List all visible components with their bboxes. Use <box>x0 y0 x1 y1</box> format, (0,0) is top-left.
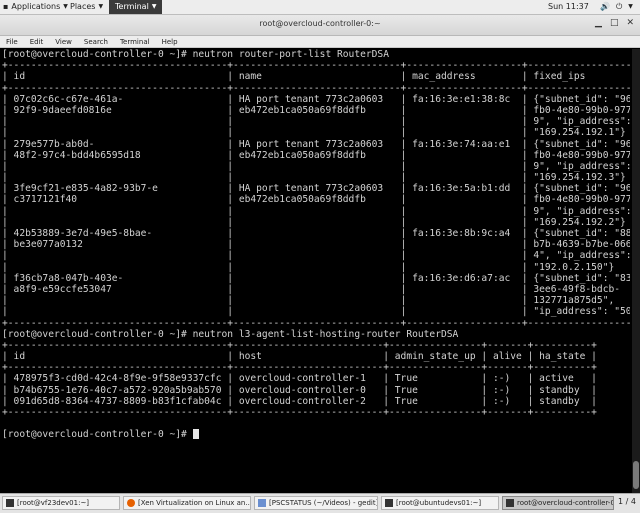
terminal-icon <box>385 499 393 507</box>
taskbar-item-label: [Xen Virtualization on Linux an... <box>138 499 251 507</box>
terminal-line: | 478975f3-cd0d-42c4-8f9e-9f58e9337cfc |… <box>2 373 597 385</box>
terminal-line: [root@overcloud-controller-0 ~]# neutron… <box>2 49 389 60</box>
taskbar-item-gedit[interactable]: [PSCSTATUS (~/Videos) - gedit] <box>254 496 378 510</box>
terminal-line: | b74b6755-1e76-40c7-a572-920a5b9ab570 |… <box>2 384 597 396</box>
taskbar-item-ubuntudevs01[interactable]: [root@ubuntudevs01:~] <box>381 496 499 510</box>
terminal-line: +--------------------------------------+… <box>2 362 597 374</box>
terminal-line: | 091d65d8-8364-4737-8809-b83f1cfab04c |… <box>2 395 597 407</box>
terminal-app-label: Terminal <box>115 2 149 11</box>
clock[interactable]: Sun 11:37 <box>548 1 589 13</box>
terminal-line: +--------------------------------------+… <box>2 339 597 351</box>
minimize-button[interactable]: ▁ <box>595 18 602 28</box>
terminal-line: | | | | "169.254.192.2"} | <box>2 216 630 228</box>
menu-file[interactable]: File <box>6 36 18 47</box>
terminal-line: | | | | "169.254.192.3"} | <box>2 172 630 184</box>
terminal-line: +--------------------------------------+… <box>2 407 597 418</box>
places-label: Places <box>70 2 96 11</box>
volume-icon: 🔊 <box>600 2 610 11</box>
chevron-down-icon: ▼ <box>151 3 157 10</box>
terminal-line: | c3717121f40 | eb472eb1ca050a69f8ddfb |… <box>2 194 630 206</box>
top-panel: ▪ Applications ▼ Places ▼ Terminal ▼ Sun… <box>0 0 640 15</box>
taskbar-item-overcloud-controller[interactable]: root@overcloud-controller-0:~ <box>502 496 614 510</box>
system-status-area[interactable]: 🔊 ⏻ ▼ <box>600 1 633 13</box>
taskbar-item-firefox[interactable]: [Xen Virtualization on Linux an... <box>123 496 251 510</box>
terminal-line: +--------------------------------------+… <box>2 60 630 72</box>
terminal-line: | | | | 9", "ip_address": | <box>2 205 630 217</box>
terminal-line: | a8f9-e59ccfe53047 | | | 3ee6-49f8-bdcb… <box>2 283 630 295</box>
places-menu[interactable]: Places ▼ <box>70 1 103 13</box>
applications-label: Applications <box>11 2 61 11</box>
terminal-line: | 42b53889-3e7d-49e5-8bae- | | fa:16:3e:… <box>2 228 630 239</box>
window-title: root@overcloud-controller-0:~ <box>259 19 381 28</box>
terminal-scrollbar[interactable] <box>632 49 640 493</box>
terminal-line: | | | | 4", "ip_address": | <box>2 250 630 262</box>
power-icon: ⏻ <box>615 2 623 11</box>
active-app-menu[interactable]: Terminal ▼ <box>109 0 163 14</box>
terminal-line: | | | | "192.0.2.150"} | <box>2 261 630 273</box>
terminal-line: | be3e077a0132 | | | b7b-4639-b7be-06687… <box>2 239 630 251</box>
terminal-line: | 92f9-9daeefd0816e | eb472eb1ca050a69f8… <box>2 104 630 116</box>
menubar: File Edit View Search Terminal Help <box>0 36 640 48</box>
shell-prompt: [root@overcloud-controller-0 ~]# <box>2 429 193 441</box>
taskbar-item-label: [root@ubuntudevs01:~] <box>396 499 482 507</box>
firefox-icon <box>127 499 135 507</box>
terminal-line: | id | host | admin_state_up | alive | h… <box>2 351 597 363</box>
terminal-line: | 07c02c6c-c67e-461a- | HA port tenant 7… <box>2 93 630 105</box>
terminal-line: [root@overcloud-controller-0 ~]# neutron… <box>2 328 459 340</box>
menu-search[interactable]: Search <box>84 36 108 47</box>
workspace-pager[interactable]: 1 / 4 <box>618 497 636 506</box>
menu-edit[interactable]: Edit <box>30 36 44 47</box>
close-button[interactable]: ✕ <box>626 18 634 28</box>
terminal-line: | id | name | mac_address | fixed_ips | <box>2 71 630 83</box>
scrollbar-thumb[interactable] <box>633 461 639 489</box>
chevron-down-icon: ▼ <box>63 3 68 10</box>
menu-terminal[interactable]: Terminal <box>120 36 150 47</box>
taskbar-item-label: [root@vf23dev01:~] <box>17 499 90 507</box>
terminal-line: | | | | 9", "ip_address": | <box>2 116 630 128</box>
applications-menu[interactable]: ▪ Applications ▼ <box>3 1 68 13</box>
maximize-button[interactable]: □ <box>610 18 619 28</box>
taskbar-item-label: [PSCSTATUS (~/Videos) - gedit] <box>269 499 378 507</box>
editor-icon <box>258 499 266 507</box>
terminal-line: | | | | "169.254.192.1"} | <box>2 127 630 139</box>
terminal-prompt-line[interactable]: [root@overcloud-controller-0 ~]# <box>2 429 630 440</box>
terminal-output[interactable]: [root@overcloud-controller-0 ~]# neutron… <box>2 49 630 493</box>
bottom-taskbar: [root@vf23dev01:~] [Xen Virtualization o… <box>0 493 640 513</box>
terminal-line: | 3fe9cf21-e835-4a82-93b7-e | HA port te… <box>2 183 630 195</box>
terminal-line: | | | | "ip_address": "50.0.0.1"} | <box>2 306 630 318</box>
terminal-line: +--------------------------------------+… <box>2 82 630 94</box>
menu-help[interactable]: Help <box>162 36 178 47</box>
terminal-line: +--------------------------------------+… <box>2 317 630 329</box>
menu-view[interactable]: View <box>55 36 72 47</box>
chevron-down-icon: ▼ <box>628 3 633 10</box>
window-titlebar[interactable]: root@overcloud-controller-0:~ ▁ □ ✕ <box>0 15 640 36</box>
chevron-down-icon: ▼ <box>98 3 104 10</box>
terminal-line: | | | | 132771a875d5", | <box>2 295 630 307</box>
terminal-line: | 48f2-97c4-bdd4b6595d18 | eb472eb1ca050… <box>2 149 630 161</box>
taskbar-item-vf23dev01[interactable]: [root@vf23dev01:~] <box>2 496 120 510</box>
text-cursor <box>192 429 199 440</box>
terminal-icon <box>6 499 14 507</box>
terminal-icon <box>506 499 514 507</box>
applications-icon: ▪ <box>3 2 9 11</box>
taskbar-item-label: root@overcloud-controller-0:~ <box>517 499 614 507</box>
terminal-line: | f36cb7a8-047b-403e- | | fa:16:3e:d6:a7… <box>2 272 630 284</box>
terminal-line: | | | | 9", "ip_address": | <box>2 160 630 172</box>
terminal-line: | 279e577b-ab0d- | HA port tenant 773c2a… <box>2 138 630 150</box>
